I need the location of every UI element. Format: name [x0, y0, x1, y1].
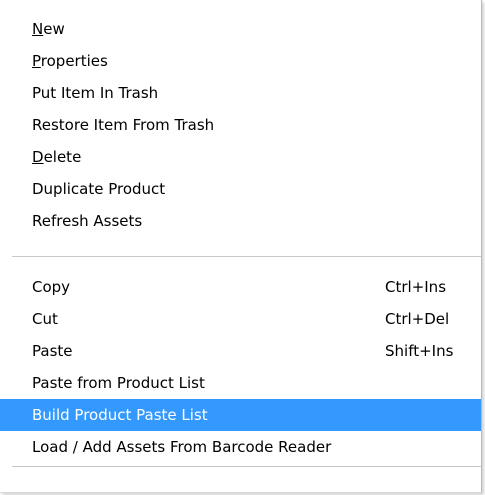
menu-item-label: Refresh Assets	[32, 212, 143, 230]
menu-item-label: Put Item In Trash	[32, 84, 159, 102]
menu-item-cut[interactable]: Cut Ctrl+Del	[0, 303, 481, 335]
menu-item-paste[interactable]: Paste Shift+Ins	[0, 335, 481, 367]
menu-item-label: Paste	[32, 342, 73, 360]
menu-item-restore-from-trash[interactable]: Restore Item From Trash	[0, 109, 481, 141]
menu-item-delete[interactable]: Delete	[0, 141, 481, 173]
menu-item-load-add-assets-from-barcode-reader[interactable]: Load / Add Assets From Barcode Reader	[0, 431, 481, 463]
menu-item-properties-label: roperties	[40, 52, 108, 70]
menu-item-build-product-paste-list[interactable]: Build Product Paste List	[0, 399, 481, 431]
menu-item-duplicate-product[interactable]: Duplicate Product	[0, 173, 481, 205]
menu-item-properties[interactable]: Properties	[0, 45, 481, 77]
menu-item-label: Paste from Product List	[32, 374, 205, 392]
menu-separator	[12, 466, 481, 467]
menu-item-label: Build Product Paste List	[32, 406, 208, 424]
menu-item-new-label: ew	[43, 20, 65, 38]
menu-item-label: Cut	[32, 310, 58, 328]
menu-item-copy[interactable]: Copy Ctrl+Ins	[0, 271, 481, 303]
shortcut-label: Shift+Ins	[385, 342, 454, 360]
menu-item-paste-from-product-list[interactable]: Paste from Product List	[0, 367, 481, 399]
menu-item-label: Load / Add Assets From Barcode Reader	[32, 438, 332, 456]
menu-item-refresh-assets[interactable]: Refresh Assets	[0, 205, 481, 237]
shortcut-label: Ctrl+Del	[385, 310, 450, 328]
mnemonic-d: D	[32, 148, 44, 166]
menu-item-delete-label: elete	[43, 148, 82, 166]
menu-item-new[interactable]: New	[0, 13, 481, 45]
mnemonic-n: N	[32, 20, 44, 38]
context-menu: New Properties Put Item In Trash Restore…	[0, 0, 482, 493]
menu-item-label: Copy	[32, 278, 71, 296]
menu-separator	[12, 256, 481, 257]
menu-item-label: Restore Item From Trash	[32, 116, 215, 134]
menu-group-clipboard: Copy Ctrl+Ins Cut Ctrl+Del Paste Shift+I…	[0, 271, 481, 463]
mnemonic-p: P	[32, 52, 41, 70]
menu-item-put-in-trash[interactable]: Put Item In Trash	[0, 77, 481, 109]
menu-item-label: Duplicate Product	[32, 180, 166, 198]
menu-group-edit-items: New Properties Put Item In Trash Restore…	[0, 13, 481, 237]
shortcut-label: Ctrl+Ins	[385, 278, 447, 296]
